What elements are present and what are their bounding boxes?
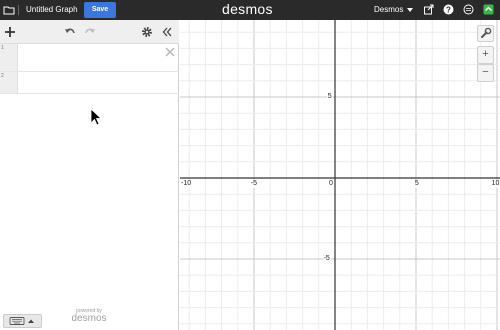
collapse-icon[interactable] xyxy=(160,25,174,39)
zoom-in-button[interactable]: + xyxy=(477,46,494,64)
powered-by-desmos: desmos xyxy=(71,313,107,324)
x-tick-label: -5 xyxy=(249,180,259,188)
x-tick-label: -10 xyxy=(180,180,193,188)
account-menu[interactable]: Desmos xyxy=(374,5,403,14)
keyboard-button[interactable] xyxy=(3,314,42,328)
keyboard-icon xyxy=(9,317,34,325)
close-icon[interactable] xyxy=(165,47,175,57)
grid xyxy=(180,20,500,330)
title-divider xyxy=(18,5,19,15)
expression-panel: 1 2 powered by desmos xyxy=(0,20,179,330)
zoom-out-button[interactable]: − xyxy=(477,64,494,82)
folder-icon[interactable] xyxy=(3,4,15,16)
y-tick-label: 5 xyxy=(326,93,333,101)
zoom-in-label: + xyxy=(482,48,489,60)
x-tick-label: 10 xyxy=(490,180,500,188)
expression-row[interactable]: 2 xyxy=(0,72,179,94)
gear-icon[interactable] xyxy=(140,25,154,39)
x-tick-label: 5 xyxy=(413,180,420,188)
shortcut-icon[interactable] xyxy=(483,4,494,15)
expression-index: 1 xyxy=(1,45,4,51)
language-icon[interactable] xyxy=(463,4,474,15)
expression-gutter: 2 xyxy=(0,72,18,93)
powered-by-logo: powered by desmos xyxy=(66,308,112,324)
expression-toolbar xyxy=(0,20,179,44)
zoom-out-label: − xyxy=(482,66,489,78)
chevron-down-icon[interactable] xyxy=(407,8,413,12)
y-tick-label: -5 xyxy=(322,255,331,263)
svg-text:?: ? xyxy=(446,5,451,14)
origin-label: 0 xyxy=(328,180,334,188)
share-icon[interactable] xyxy=(423,4,434,15)
redo-icon[interactable] xyxy=(83,25,97,39)
top-bar: Untitled Graph Save desmos Desmos ? xyxy=(0,0,500,20)
wrench-icon xyxy=(481,27,492,38)
undo-icon[interactable] xyxy=(63,25,77,39)
expression-gutter: 1 xyxy=(0,44,18,71)
add-icon[interactable] xyxy=(3,25,17,39)
graph-paper[interactable]: + − -10 -5 5 10 5 -5 0 xyxy=(180,20,500,330)
graph-title[interactable]: Untitled Graph xyxy=(26,5,78,14)
expression-row[interactable]: 1 xyxy=(0,44,179,72)
desmos-logo: desmos xyxy=(222,1,273,17)
help-icon[interactable]: ? xyxy=(443,4,454,15)
save-button[interactable]: Save xyxy=(84,2,116,18)
graph-settings-button[interactable] xyxy=(477,25,494,42)
mouse-cursor-icon xyxy=(90,108,102,126)
expression-index: 2 xyxy=(1,73,4,79)
